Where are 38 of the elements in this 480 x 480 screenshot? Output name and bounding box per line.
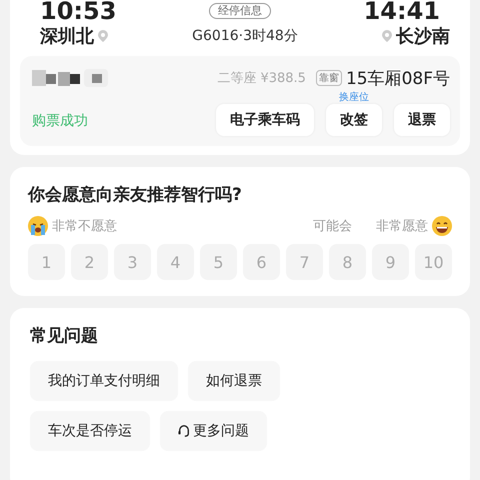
score-button[interactable]: 2 [71,244,108,280]
window-seat-tag: 靠窗 [316,70,342,86]
score-button[interactable]: 5 [200,244,237,280]
score-button[interactable]: 1 [28,244,65,280]
location-pin-icon[interactable] [382,30,392,42]
faq-question-button[interactable]: 我的订单支付明细 [30,361,178,401]
seat-number: 15车厢08F号 [346,68,450,90]
departure-station: 深圳北 [40,25,94,48]
faq-title: 常见问题 [30,325,99,347]
ticket-action-button[interactable]: 改签 [326,104,382,136]
mid-label: 可能会 [313,218,352,235]
score-button[interactable]: 9 [372,244,409,280]
location-pin-icon[interactable] [98,30,108,42]
ticket-action-button[interactable]: 电子乘车码 [216,104,314,136]
score-button[interactable]: 4 [157,244,194,280]
score-button[interactable]: 7 [286,244,323,280]
crying-face-icon [28,216,48,236]
stop-info-button[interactable]: 经停信息 [209,3,271,19]
departure-time: 10:53 [40,0,116,22]
change-seat-link[interactable]: 换座位 [339,92,369,104]
arrival-time: 14:41 [364,0,440,22]
score-button[interactable]: 8 [329,244,366,280]
headset-icon [178,424,190,438]
faq-question-button[interactable]: 如何退票 [188,361,280,401]
score-button[interactable]: 6 [243,244,280,280]
survey-question: 你会愿意向亲友推荐智行吗? [28,184,243,206]
laughing-face-icon [432,216,452,236]
score-button[interactable]: 10 [415,244,452,280]
high-label: 非常愿意 [376,218,428,235]
low-label: 非常不愿意 [52,218,117,235]
seat-class-price: 二等座 ¥388.5 [217,70,306,87]
more-questions-button[interactable]: 更多问题 [160,411,267,451]
train-duration: G6016·3时48分 [192,27,298,45]
ticket-action-button[interactable]: 退票 [394,104,450,136]
arrival-station: 长沙南 [396,25,450,48]
score-button[interactable]: 3 [114,244,151,280]
faq-question-button[interactable]: 车次是否停运 [30,411,150,451]
purchase-status: 购票成功 [32,112,88,131]
